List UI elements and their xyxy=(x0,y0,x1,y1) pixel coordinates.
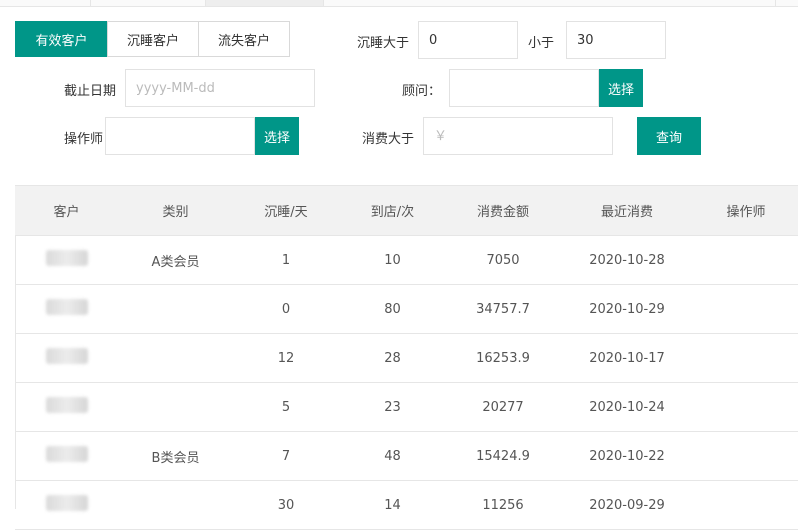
operator-input[interactable] xyxy=(105,117,255,155)
cell-visits: 80 xyxy=(339,284,446,334)
col-header-operator[interactable]: 操作师 xyxy=(694,185,798,236)
cell-sleep-days: 5 xyxy=(233,382,339,432)
cell-customer xyxy=(15,431,118,481)
cell-amount: 11256 xyxy=(446,480,560,530)
tab-lost-customers[interactable]: 流失客户 xyxy=(198,21,290,57)
cell-visits: 23 xyxy=(339,382,446,432)
cell-visits: 14 xyxy=(339,480,446,530)
cell-visits: 28 xyxy=(339,333,446,383)
redacted-customer-name xyxy=(45,348,88,364)
table-row[interactable]: A类会员 1 10 7050 2020-10-28 xyxy=(15,235,798,285)
cell-customer xyxy=(15,284,118,334)
redacted-customer-name xyxy=(45,397,88,413)
cell-operator xyxy=(694,235,798,285)
cell-sleep-days: 12 xyxy=(233,333,339,383)
cell-operator xyxy=(694,382,798,432)
advisor-select-button[interactable]: 选择 xyxy=(599,69,643,107)
less-than-label: 小于 xyxy=(528,36,555,51)
cell-category xyxy=(118,382,233,432)
tab-active-customers[interactable]: 有效客户 xyxy=(15,21,108,57)
table-row[interactable]: 0 80 34757.7 2020-10-29 xyxy=(15,284,798,334)
cell-operator xyxy=(694,431,798,481)
cell-sleep-days: 30 xyxy=(233,480,339,530)
table-header-row: 客户 类别 沉睡/天 到店/次 消费金额 最近消费 操作师 xyxy=(15,185,798,236)
operator-select-button[interactable]: 选择 xyxy=(255,117,299,155)
less-than-input[interactable] xyxy=(566,21,666,59)
operator-label: 操作师 xyxy=(64,132,104,147)
table-row[interactable]: 30 14 11256 2020-09-29 xyxy=(15,480,798,530)
col-header-amount[interactable]: 消费金额 xyxy=(446,185,560,236)
cell-amount: 7050 xyxy=(446,235,560,285)
cell-customer xyxy=(15,480,118,530)
cell-category xyxy=(118,333,233,383)
cell-amount: 16253.9 xyxy=(446,333,560,383)
spend-gt-label: 消费大于 xyxy=(362,132,415,147)
redacted-customer-name xyxy=(45,299,88,315)
table-row[interactable]: 5 23 20277 2020-10-24 xyxy=(15,382,798,432)
table-row[interactable]: B类会员 7 48 15424.9 2020-10-22 xyxy=(15,431,798,481)
sleep-gt-label: 沉睡大于 xyxy=(357,36,410,51)
customer-type-tabs: 有效客户 沉睡客户 流失客户 xyxy=(15,21,290,59)
cell-last-spend: 2020-09-29 xyxy=(560,480,694,530)
customer-table: 客户 类别 沉睡/天 到店/次 消费金额 最近消费 操作师 A类会员 1 10 705… xyxy=(15,185,798,530)
col-header-sleep-days[interactable]: 沉睡/天 xyxy=(233,185,339,236)
cell-last-spend: 2020-10-22 xyxy=(560,431,694,481)
cell-category xyxy=(118,480,233,530)
cell-visits: 10 xyxy=(339,235,446,285)
top-tab[interactable] xyxy=(775,0,798,6)
col-header-last-spend[interactable]: 最近消费 xyxy=(560,185,694,236)
cell-sleep-days: 1 xyxy=(233,235,339,285)
cell-operator xyxy=(694,480,798,530)
top-tab-active[interactable] xyxy=(205,0,324,6)
cell-customer xyxy=(15,235,118,285)
cell-category: B类会员 xyxy=(118,431,233,481)
query-button[interactable]: 查询 xyxy=(637,117,701,155)
cell-last-spend: 2020-10-24 xyxy=(560,382,694,432)
cell-last-spend: 2020-10-17 xyxy=(560,333,694,383)
cell-visits: 48 xyxy=(339,431,446,481)
col-header-category[interactable]: 类别 xyxy=(118,185,233,236)
table-row[interactable]: 12 28 16253.9 2020-10-17 xyxy=(15,333,798,383)
tab-dormant-customers[interactable]: 沉睡客户 xyxy=(107,21,199,57)
top-tab-strip xyxy=(0,0,798,7)
cell-amount: 15424.9 xyxy=(446,431,560,481)
cell-category xyxy=(118,284,233,334)
cell-amount: 34757.7 xyxy=(446,284,560,334)
cell-sleep-days: 7 xyxy=(233,431,339,481)
top-tab[interactable] xyxy=(90,0,206,6)
cell-customer xyxy=(15,382,118,432)
cell-operator xyxy=(694,333,798,383)
cell-last-spend: 2020-10-29 xyxy=(560,284,694,334)
cell-amount: 20277 xyxy=(446,382,560,432)
advisor-input[interactable] xyxy=(449,69,599,107)
cell-last-spend: 2020-10-28 xyxy=(560,235,694,285)
cell-category: A类会员 xyxy=(118,235,233,285)
deadline-label: 截止日期 xyxy=(64,84,117,99)
cell-customer xyxy=(15,333,118,383)
col-header-visits[interactable]: 到店/次 xyxy=(339,185,446,236)
spend-gt-input[interactable] xyxy=(423,117,613,155)
redacted-customer-name xyxy=(45,446,88,462)
col-header-customer[interactable]: 客户 xyxy=(15,185,118,236)
deadline-date-input[interactable] xyxy=(125,69,315,107)
top-tab[interactable] xyxy=(323,0,439,6)
advisor-label: 顾问： xyxy=(402,84,442,99)
redacted-customer-name xyxy=(45,250,88,266)
cell-operator xyxy=(694,284,798,334)
cell-sleep-days: 0 xyxy=(233,284,339,334)
sleep-gt-input[interactable] xyxy=(418,21,518,59)
